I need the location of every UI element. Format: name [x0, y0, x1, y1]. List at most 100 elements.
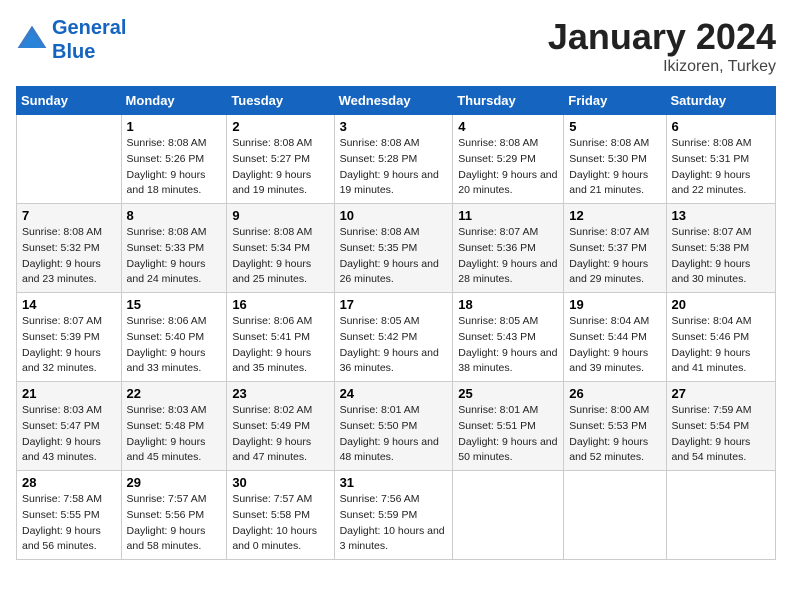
- day-number: 27: [672, 386, 770, 401]
- day-number: 1: [127, 119, 222, 134]
- calendar-cell: [564, 471, 666, 560]
- logo-general: General: [52, 17, 126, 39]
- day-info: Sunrise: 8:03 AMSunset: 5:48 PMDaylight:…: [127, 403, 222, 466]
- day-number: 12: [569, 208, 660, 223]
- day-number: 31: [340, 475, 448, 490]
- calendar-cell: 7 Sunrise: 8:08 AMSunset: 5:32 PMDaylight…: [17, 204, 122, 293]
- day-number: 15: [127, 297, 222, 312]
- day-number: 4: [458, 119, 558, 134]
- calendar-cell: 31 Sunrise: 7:56 AMSunset: 5:59 PMDayligh…: [334, 471, 453, 560]
- day-info: Sunrise: 7:59 AMSunset: 5:54 PMDaylight:…: [672, 403, 770, 466]
- calendar-cell: 5 Sunrise: 8:08 AMSunset: 5:30 PMDaylight…: [564, 115, 666, 204]
- day-info: Sunrise: 8:08 AMSunset: 5:32 PMDaylight:…: [22, 225, 116, 288]
- day-info: Sunrise: 8:08 AMSunset: 5:29 PMDaylight:…: [458, 136, 558, 199]
- day-info: Sunrise: 8:08 AMSunset: 5:30 PMDaylight:…: [569, 136, 660, 199]
- calendar-cell: 1Sunrise: 8:08 AMSunset: 5:26 PMDaylight…: [121, 115, 227, 204]
- day-info: Sunrise: 8:01 AMSunset: 5:50 PMDaylight:…: [340, 403, 448, 466]
- day-number: 7: [22, 208, 116, 223]
- calendar-cell: 13Sunrise: 8:07 AMSunset: 5:38 PMDayligh…: [666, 204, 775, 293]
- day-number: 5: [569, 119, 660, 134]
- day-info: Sunrise: 8:01 AMSunset: 5:51 PMDaylight:…: [458, 403, 558, 466]
- calendar-week-row: 1Sunrise: 8:08 AMSunset: 5:26 PMDaylight…: [17, 115, 776, 204]
- calendar-cell: [453, 471, 564, 560]
- calendar-cell: 25 Sunrise: 8:01 AMSunset: 5:51 PMDayligh…: [453, 382, 564, 471]
- day-number: 16: [232, 297, 328, 312]
- calendar-cell: 30Sunrise: 7:57 AMSunset: 5:58 PMDayligh…: [227, 471, 334, 560]
- day-number: 26: [569, 386, 660, 401]
- calendar-cell: 29Sunrise: 7:57 AMSunset: 5:56 PMDayligh…: [121, 471, 227, 560]
- weekday-header-row: SundayMondayTuesdayWednesdayThursdayFrid…: [17, 87, 776, 115]
- day-info: Sunrise: 8:08 AMSunset: 5:33 PMDaylight:…: [127, 225, 222, 288]
- calendar-cell: 20 Sunrise: 8:04 AMSunset: 5:46 PMDayligh…: [666, 293, 775, 382]
- day-number: 20: [672, 297, 770, 312]
- calendar-cell: 3 Sunrise: 8:08 AMSunset: 5:28 PMDaylight…: [334, 115, 453, 204]
- weekday-header-saturday: Saturday: [666, 87, 775, 115]
- calendar-cell: 24 Sunrise: 8:01 AMSunset: 5:50 PMDayligh…: [334, 382, 453, 471]
- calendar-cell: 6Sunrise: 8:08 AMSunset: 5:31 PMDaylight…: [666, 115, 775, 204]
- day-info: Sunrise: 8:06 AMSunset: 5:40 PMDaylight:…: [127, 314, 222, 377]
- calendar-cell: 8 Sunrise: 8:08 AMSunset: 5:33 PMDaylight…: [121, 204, 227, 293]
- day-number: 11: [458, 208, 558, 223]
- calendar-table: SundayMondayTuesdayWednesdayThursdayFrid…: [16, 86, 776, 560]
- day-number: 22: [127, 386, 222, 401]
- day-info: Sunrise: 8:07 AMSunset: 5:39 PMDaylight:…: [22, 314, 116, 377]
- day-info: Sunrise: 7:56 AMSunset: 5:59 PMDaylight:…: [340, 492, 448, 555]
- day-number: 3: [340, 119, 448, 134]
- calendar-week-row: 28Sunrise: 7:58 AMSunset: 5:55 PMDayligh…: [17, 471, 776, 560]
- day-number: 2: [232, 119, 328, 134]
- calendar-week-row: 7 Sunrise: 8:08 AMSunset: 5:32 PMDaylight…: [17, 204, 776, 293]
- day-number: 24: [340, 386, 448, 401]
- weekday-header-monday: Monday: [121, 87, 227, 115]
- title-area: January 2024 Ikizoren, Turkey: [548, 16, 776, 76]
- weekday-header-sunday: Sunday: [17, 87, 122, 115]
- calendar-cell: 14Sunrise: 8:07 AMSunset: 5:39 PMDayligh…: [17, 293, 122, 382]
- logo-icon: [16, 24, 48, 56]
- day-number: 29: [127, 475, 222, 490]
- logo-text: General Blue: [52, 16, 126, 64]
- calendar-cell: 12Sunrise: 8:07 AMSunset: 5:37 PMDayligh…: [564, 204, 666, 293]
- day-number: 9: [232, 208, 328, 223]
- calendar-cell: 21 Sunrise: 8:03 AMSunset: 5:47 PMDayligh…: [17, 382, 122, 471]
- month-title: January 2024: [548, 16, 776, 58]
- day-info: Sunrise: 8:08 AMSunset: 5:34 PMDaylight:…: [232, 225, 328, 288]
- day-info: Sunrise: 8:07 AMSunset: 5:36 PMDaylight:…: [458, 225, 558, 288]
- day-info: Sunrise: 8:03 AMSunset: 5:47 PMDaylight:…: [22, 403, 116, 466]
- calendar-week-row: 14Sunrise: 8:07 AMSunset: 5:39 PMDayligh…: [17, 293, 776, 382]
- logo-blue: Blue: [52, 41, 95, 63]
- calendar-cell: 9 Sunrise: 8:08 AMSunset: 5:34 PMDaylight…: [227, 204, 334, 293]
- day-info: Sunrise: 8:04 AMSunset: 5:44 PMDaylight:…: [569, 314, 660, 377]
- day-number: 25: [458, 386, 558, 401]
- day-number: 21: [22, 386, 116, 401]
- day-number: 30: [232, 475, 328, 490]
- day-info: Sunrise: 8:06 AMSunset: 5:41 PMDaylight:…: [232, 314, 328, 377]
- day-number: 23: [232, 386, 328, 401]
- calendar-cell: [17, 115, 122, 204]
- day-info: Sunrise: 8:02 AMSunset: 5:49 PMDaylight:…: [232, 403, 328, 466]
- location-title: Ikizoren, Turkey: [548, 58, 776, 76]
- calendar-cell: 17Sunrise: 8:05 AMSunset: 5:42 PMDayligh…: [334, 293, 453, 382]
- calendar-cell: 26Sunrise: 8:00 AMSunset: 5:53 PMDayligh…: [564, 382, 666, 471]
- day-info: Sunrise: 8:08 AMSunset: 5:31 PMDaylight:…: [672, 136, 770, 199]
- weekday-header-wednesday: Wednesday: [334, 87, 453, 115]
- calendar-cell: 28Sunrise: 7:58 AMSunset: 5:55 PMDayligh…: [17, 471, 122, 560]
- day-info: Sunrise: 8:08 AMSunset: 5:28 PMDaylight:…: [340, 136, 448, 199]
- calendar-cell: 2Sunrise: 8:08 AMSunset: 5:27 PMDaylight…: [227, 115, 334, 204]
- header: General Blue January 2024 Ikizoren, Turk…: [16, 16, 776, 76]
- day-number: 17: [340, 297, 448, 312]
- calendar-cell: 23 Sunrise: 8:02 AMSunset: 5:49 PMDayligh…: [227, 382, 334, 471]
- calendar-cell: 18Sunrise: 8:05 AMSunset: 5:43 PMDayligh…: [453, 293, 564, 382]
- day-info: Sunrise: 8:04 AMSunset: 5:46 PMDaylight:…: [672, 314, 770, 377]
- calendar-cell: 15 Sunrise: 8:06 AMSunset: 5:40 PMDayligh…: [121, 293, 227, 382]
- calendar-cell: 10Sunrise: 8:08 AMSunset: 5:35 PMDayligh…: [334, 204, 453, 293]
- day-number: 8: [127, 208, 222, 223]
- calendar-cell: 22 Sunrise: 8:03 AMSunset: 5:48 PMDayligh…: [121, 382, 227, 471]
- day-info: Sunrise: 8:05 AMSunset: 5:43 PMDaylight:…: [458, 314, 558, 377]
- weekday-header-thursday: Thursday: [453, 87, 564, 115]
- calendar-cell: 4 Sunrise: 8:08 AMSunset: 5:29 PMDaylight…: [453, 115, 564, 204]
- calendar-cell: 11 Sunrise: 8:07 AMSunset: 5:36 PMDayligh…: [453, 204, 564, 293]
- calendar-cell: 27 Sunrise: 7:59 AMSunset: 5:54 PMDayligh…: [666, 382, 775, 471]
- weekday-header-tuesday: Tuesday: [227, 87, 334, 115]
- calendar-cell: 19Sunrise: 8:04 AMSunset: 5:44 PMDayligh…: [564, 293, 666, 382]
- calendar-week-row: 21 Sunrise: 8:03 AMSunset: 5:47 PMDayligh…: [17, 382, 776, 471]
- day-number: 13: [672, 208, 770, 223]
